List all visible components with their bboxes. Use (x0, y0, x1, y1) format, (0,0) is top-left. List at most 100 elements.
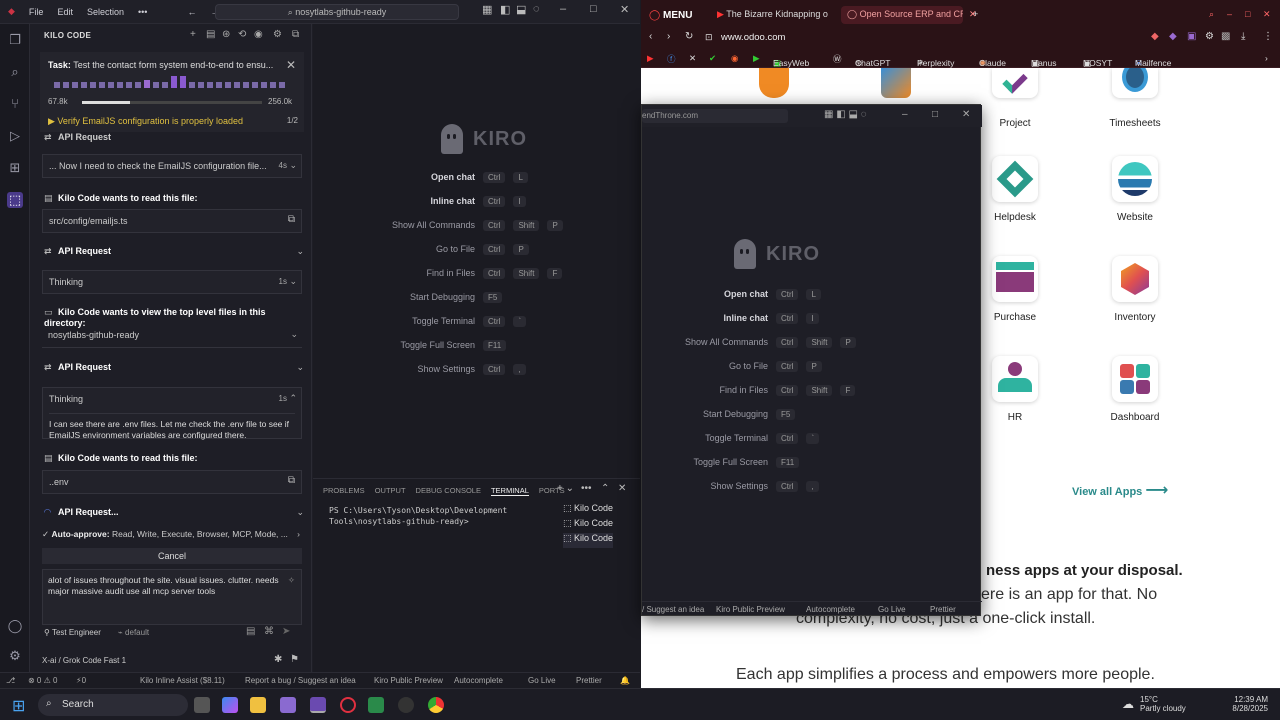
menu-selection[interactable]: Selection (87, 7, 124, 17)
youtube-bookmark-icon[interactable]: ▶ (647, 53, 654, 64)
shortcut-row[interactable]: Toggle Terminal Ctrl ` (313, 316, 527, 327)
chevron-down-icon[interactable]: ⌄ (289, 160, 297, 171)
chevron-down-icon[interactable]: ⌄ (296, 362, 304, 373)
app-icon-partial[interactable] (759, 68, 789, 98)
view-all-apps-link[interactable]: View all Apps ⟶ (1072, 480, 1168, 500)
shortcut-row[interactable]: Toggle Terminal Ctrl ` (642, 433, 820, 444)
chevron-down-icon[interactable]: ⌄ (289, 276, 297, 287)
reload-icon[interactable]: ↻ (685, 31, 693, 42)
prettier-status[interactable]: Prettier (930, 605, 956, 614)
app-icon[interactable] (280, 697, 296, 713)
api-request-header-1[interactable]: ⇄ API Request (44, 132, 304, 143)
chevron-down-icon[interactable]: ⌄ (296, 246, 304, 257)
chevron-down-icon[interactable]: ⌄ (296, 507, 304, 518)
close-task-icon[interactable]: ✕ (286, 58, 296, 72)
api-request-header-3[interactable]: ⇄ API Request ⌄ (44, 362, 304, 373)
extension-icon[interactable]: ◆ (1151, 31, 1159, 42)
start-icon[interactable]: ⊞ (12, 696, 25, 716)
terminal-session[interactable]: ⬚ Kilo Code (563, 503, 613, 518)
reasoning-box-1[interactable]: ... Now I need to check the EmailJS conf… (42, 154, 302, 178)
go-live-button[interactable]: Go Live (528, 676, 556, 685)
kilo-code-icon[interactable]: ⬚ (7, 192, 23, 208)
toggle-sidebar-icon[interactable]: ◧ (500, 3, 510, 16)
shortcut-row[interactable]: Go to File Ctrl P (313, 244, 529, 255)
settings-gear-icon[interactable]: ⚙ (7, 648, 23, 664)
opera-menu-button[interactable]: ◯ MENU (649, 10, 692, 21)
shortcut-row[interactable]: Find in Files Ctrl Shift F (642, 385, 856, 396)
profile-avatar[interactable]: ▩ (1221, 31, 1230, 42)
maximize-icon[interactable]: □ (932, 109, 938, 120)
copilot-icon[interactable] (222, 697, 238, 713)
shortcut-row[interactable]: Open chat Ctrl L (642, 289, 821, 300)
account-icon[interactable]: ◯ (7, 618, 23, 634)
minimize-icon[interactable]: – (560, 3, 566, 15)
back-icon[interactable]: ← (187, 7, 196, 17)
chat-icon[interactable]: ◌ (533, 3, 540, 15)
tab-problems[interactable]: PROBLEMS (323, 486, 365, 496)
report-bug-link[interactable]: Report a bug / Suggest an idea (245, 676, 356, 685)
download-icon[interactable]: ⤓ (1241, 31, 1245, 42)
shortcut-row[interactable]: Toggle Full Screen F11 (642, 457, 800, 468)
terminal-output[interactable]: PS C:\Users\Tyson\Desktop\Development To… (329, 505, 559, 527)
model-label[interactable]: X-ai / Grok Code Fast 1 (42, 656, 126, 665)
notifications-icon[interactable]: 🔔 (620, 676, 630, 685)
app-icon-partial[interactable] (881, 68, 911, 98)
cancel-button[interactable]: Cancel (42, 548, 302, 564)
app-inventory[interactable]: Inventory (1080, 256, 1190, 323)
chat-input[interactable]: alot of issues throughout the site. visu… (42, 569, 302, 625)
open-external-icon[interactable]: ⧉ (288, 475, 295, 486)
close-icon[interactable]: ✕ (1257, 6, 1277, 24)
task-view-icon[interactable] (194, 697, 210, 713)
clock[interactable]: 12:39 AM 8/28/2025 (1196, 695, 1268, 713)
open-external-icon[interactable]: ⧉ (288, 214, 295, 225)
send-icon[interactable]: ➤ (282, 626, 290, 637)
kilo-inline-assist[interactable]: Kilo Inline Assist ($8.11) (140, 676, 225, 685)
app-icon[interactable] (398, 697, 414, 713)
app-icon[interactable] (368, 697, 384, 713)
shortcut-row[interactable]: Open chat Ctrl L (313, 172, 528, 183)
remote-icon[interactable]: ⎇ (6, 676, 15, 685)
go-live-button[interactable]: Go Live (878, 605, 906, 614)
x-bookmark-icon[interactable]: ✕ (689, 53, 696, 64)
file-link-2[interactable]: ..env ⧉ (42, 470, 302, 494)
extensions-icon[interactable]: ⚙ (1205, 31, 1214, 42)
todo-item[interactable]: ▶ Verify EmailJS configuration is proper… (48, 116, 298, 127)
mcp-icon[interactable]: ⊛ (222, 29, 231, 40)
enhance-prompt-icon[interactable]: ✧ (288, 575, 295, 586)
menu-file[interactable]: File (29, 7, 44, 17)
terminal-session-active[interactable]: ⬚ Kilo Code (563, 533, 614, 548)
feedback-icon[interactable]: ⚑ (290, 654, 299, 665)
bookmark-icon[interactable]: ▶ (753, 53, 760, 64)
bookmark-icon[interactable]: ✔ (709, 53, 716, 64)
maximize-icon[interactable]: □ (1239, 6, 1256, 24)
thinking-box-1[interactable]: Thinking 1s ⌄ (42, 270, 302, 294)
profile-selector[interactable]: ⌁ default (118, 628, 149, 637)
app-timesheets[interactable]: Timesheets (1080, 68, 1190, 129)
tab-debug-console[interactable]: DEBUG CONSOLE (416, 486, 481, 496)
shortcut-row[interactable]: Start Debugging F5 (642, 409, 796, 420)
file-link-1[interactable]: src/config/emailjs.ts ⧉ (42, 209, 302, 233)
shortcut-row[interactable]: Find in Files Ctrl Shift F (313, 268, 563, 279)
autocomplete-toggle[interactable]: Autocomplete (454, 676, 503, 685)
opera-taskbar-icon[interactable] (340, 697, 356, 713)
new-tab-icon[interactable]: + (967, 6, 984, 24)
shortcut-row[interactable]: Toggle Full Screen F11 (313, 340, 507, 351)
tab-odoo[interactable]: ◯ Open Source ERP and CR (841, 6, 963, 24)
maximize-icon[interactable]: □ (590, 3, 597, 15)
tab-youtube[interactable]: ▶ The Bizarre Kidnapping o (711, 6, 833, 24)
source-control-icon[interactable]: ⑂ (7, 96, 23, 112)
app-website[interactable]: Website (1080, 156, 1190, 223)
shortcut-row[interactable]: Inline chat Ctrl I (313, 196, 526, 207)
tab-terminal[interactable]: TERMINAL (490, 486, 529, 496)
more-icon[interactable]: ⋮ (1263, 31, 1273, 42)
layout-icon[interactable]: ▦ (482, 3, 492, 16)
command-search[interactable]: ⌕ nosytlabs-github-ready (215, 4, 459, 20)
close-icon[interactable]: ✕ (962, 109, 970, 120)
chevron-down-icon[interactable]: ⌄ (290, 329, 298, 340)
toggle-panel-icon[interactable]: ⬓ (516, 3, 526, 16)
tab-output[interactable]: OUTPUT (375, 486, 406, 496)
more-actions-icon[interactable]: ••• (581, 483, 592, 494)
context-icon[interactable]: ▤ (246, 626, 255, 637)
prettier-status[interactable]: Prettier (576, 676, 602, 685)
shortcut-row[interactable]: Show All Commands Ctrl Shift P (313, 220, 563, 231)
